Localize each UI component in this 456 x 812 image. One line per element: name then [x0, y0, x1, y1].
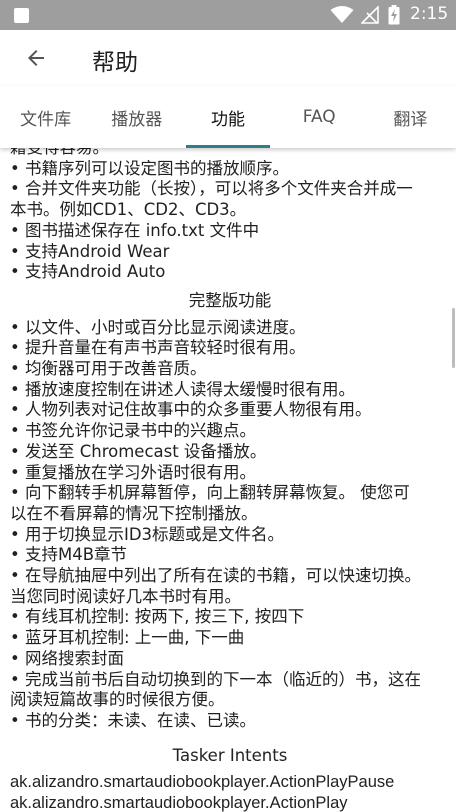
feature-line: • 书籍序列可以设定图书的播放顺序。 [10, 158, 289, 178]
intent-line: ak.alizandro.smartaudiobookplayer.Action… [10, 773, 395, 792]
full-feature-line: 以在不看屏幕的情况下控制播放。 [10, 503, 258, 523]
status-bar: 2:15 [0, 0, 456, 30]
tab-translate[interactable]: 翻译 [365, 86, 456, 148]
scrollbar[interactable] [452, 308, 455, 368]
wifi-icon [330, 6, 354, 23]
features-text: 籍变得容易。 • 书籍序列可以设定图书的播放顺序。 • 合并文件夹功能（长按），… [10, 148, 450, 812]
status-time: 2:15 [410, 4, 449, 24]
full-feature-line: • 完成当前书后自动切换到的下一本（临近的）书，这在 [10, 669, 421, 689]
full-feature-line: • 均衡器可用于改善音质。 [10, 359, 207, 379]
feature-line: • 支持Android Auto [10, 262, 166, 282]
full-feature-line: • 重复播放在学习外语时很有用。 [10, 462, 256, 482]
full-feature-line: • 网络搜索封面 [10, 648, 124, 668]
full-feature-line: • 在导航抽屉中列出了所有在读的书籍，可以快速切换。 [10, 566, 421, 586]
feature-line: • 图书描述保存在 info.txt 文件中 [10, 220, 260, 240]
full-version-heading: 完整版功能 [188, 290, 272, 310]
feature-line: • 支持Android Wear [10, 241, 170, 261]
no-signal-icon [361, 6, 379, 24]
full-feature-line: • 提升音量在有声书声音较轻时很有用。 [10, 338, 306, 358]
page-title: 帮助 [92, 50, 138, 76]
battery-charging-icon [388, 5, 400, 25]
full-feature-line: • 向下翻转手机屏幕暂停，向上翻转屏幕恢复。 使您可 [10, 483, 410, 503]
app-bar: 帮助 [0, 30, 456, 86]
feature-line: 本书。例如CD1、CD2、CD3。 [10, 200, 247, 220]
help-content[interactable]: 籍变得容易。 • 书籍序列可以设定图书的播放顺序。 • 合并文件夹功能（长按），… [0, 148, 456, 812]
full-feature-line: • 支持M4B章节 [10, 545, 128, 565]
full-feature-line: • 播放速度控制在讲述人读得太缓慢时很有用。 [10, 379, 355, 399]
full-feature-line: • 以文件、小时或百分比显示阅读进度。 [10, 317, 306, 337]
tab-bar: 文件库 播放器 功能 FAQ 翻译 [0, 86, 456, 148]
tab-faq[interactable]: FAQ [274, 86, 365, 148]
arrow-back-icon [28, 50, 44, 66]
tab-features[interactable]: 功能 [182, 86, 273, 148]
full-feature-line: • 有线耳机控制: 按两下, 按三下, 按四下 [10, 607, 305, 627]
notification-square-icon [14, 8, 29, 23]
full-feature-line: 当您同时阅读好几本书时有用。 [10, 586, 241, 606]
full-feature-line: • 蓝牙耳机控制: 上一曲, 下一曲 [10, 628, 245, 648]
intent-line: ak.alizandro.smartaudiobookplayer.Action… [10, 794, 348, 812]
feature-line: • 合并文件夹功能（长按），可以将多个文件夹合并成一 [10, 179, 413, 199]
feature-line: 籍变得容易。 [10, 148, 450, 159]
full-feature-line: • 书的分类：未读、在读、已读。 [10, 710, 256, 730]
full-feature-line: • 用于切换显示ID3标题或是文件名。 [10, 524, 285, 544]
tasker-intents-heading: Tasker Intents [172, 745, 288, 765]
back-button[interactable] [16, 40, 56, 76]
tab-player[interactable]: 播放器 [91, 86, 182, 148]
full-feature-line: • 人物列表对记住故事中的众多重要人物很有用。 [10, 400, 372, 420]
full-feature-line: • 发送至 Chromecast 设备播放。 [10, 441, 267, 461]
full-feature-line: 阅读短篇故事的时候很方便。 [10, 690, 225, 710]
full-feature-line: • 书签允许你记录书中的兴趣点。 [10, 421, 256, 441]
tab-library[interactable]: 文件库 [0, 86, 91, 148]
